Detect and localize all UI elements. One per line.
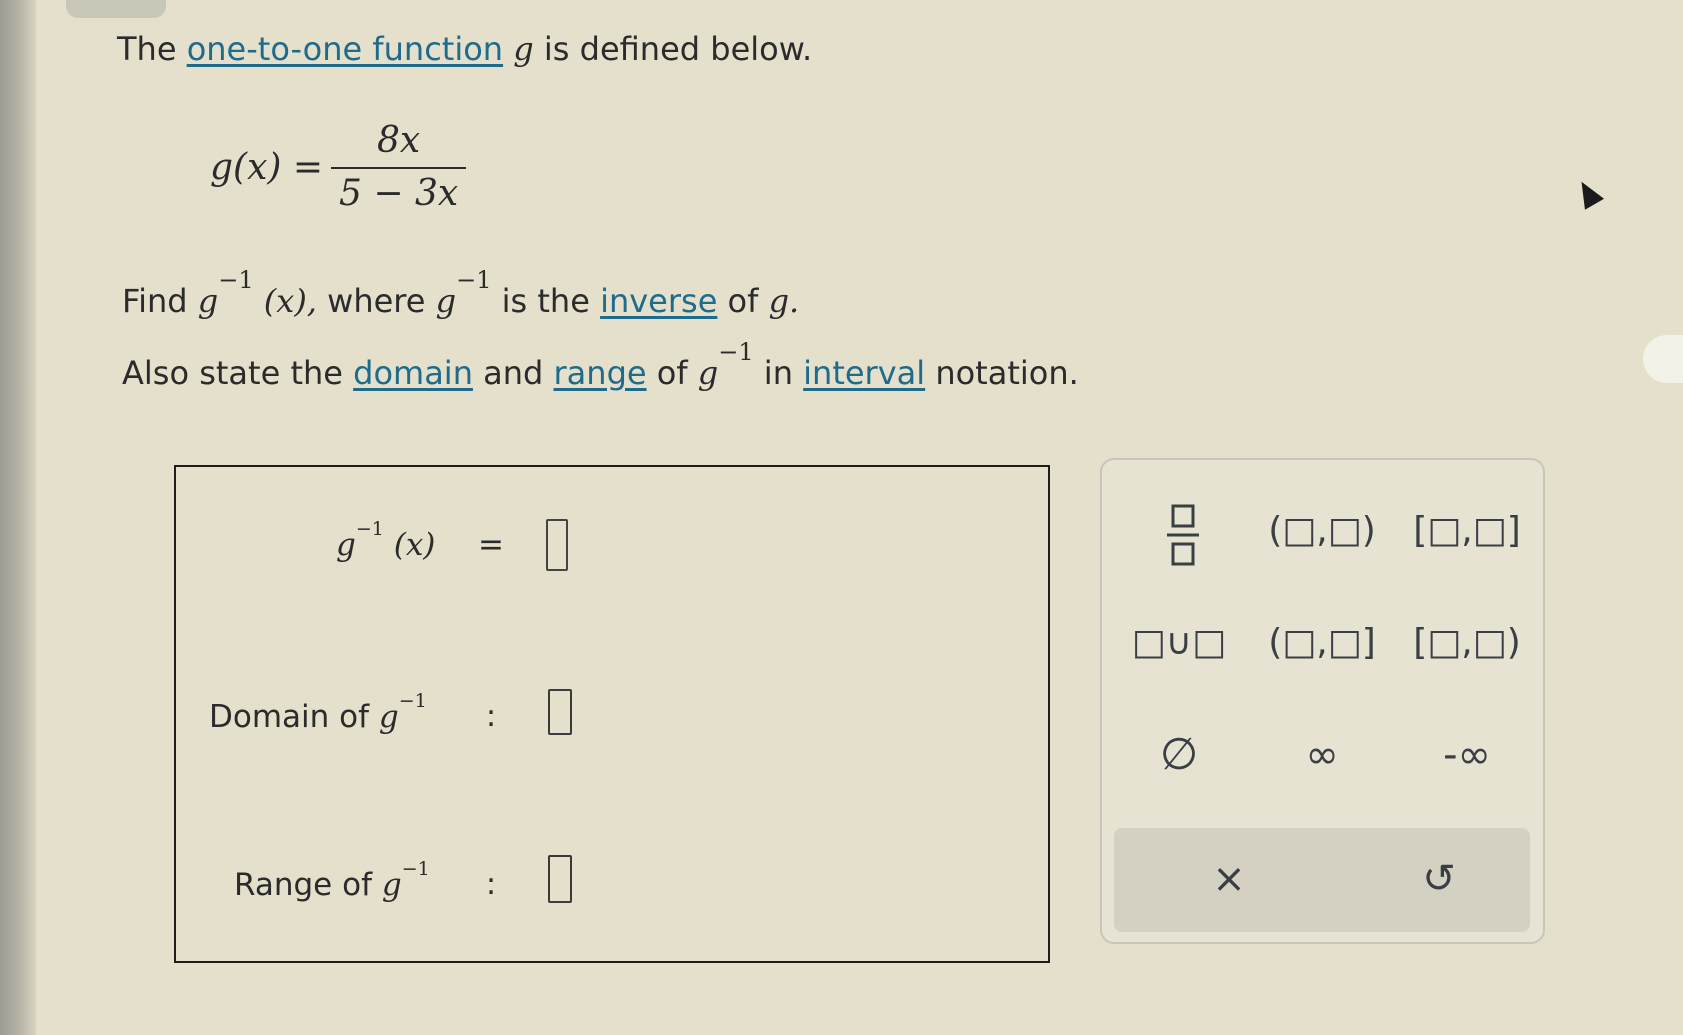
inverse-exponent: −1 bbox=[355, 518, 384, 540]
domain-label: Domain of g−1 bbox=[209, 690, 427, 735]
fraction-key[interactable] bbox=[1108, 500, 1258, 586]
answer-box: g−1 (x) = Domain of g−1 : Range of g−1 : bbox=[174, 465, 1050, 963]
inverse-link[interactable]: inverse bbox=[600, 282, 717, 320]
domain-input[interactable] bbox=[548, 689, 572, 735]
domain-range-instruction: Also state the domain and range of g−1 i… bbox=[122, 338, 1079, 392]
interval-link[interactable]: interval bbox=[803, 354, 925, 392]
g-var: g bbox=[197, 282, 219, 320]
one-to-one-function-link[interactable]: one-to-one function bbox=[187, 30, 503, 68]
g-var: g bbox=[378, 699, 399, 735]
g-var: g bbox=[697, 354, 719, 392]
in-text: in bbox=[763, 354, 793, 392]
inverse-exponent: −1 bbox=[398, 690, 427, 712]
keypad-action-bar: × ↺ bbox=[1114, 828, 1530, 932]
inverse-exponent: −1 bbox=[401, 858, 430, 880]
domain-label-text: Domain of bbox=[209, 699, 370, 735]
g-var: g bbox=[435, 282, 457, 320]
of-text: of bbox=[727, 282, 759, 320]
screen-bezel bbox=[0, 0, 36, 1035]
range-label-text: Range of bbox=[234, 867, 372, 903]
math-keypad: (□,□) [□,□] □∪□ (□,□] [□,□) ∅ ∞ -∞ × ↺ bbox=[1100, 458, 1545, 944]
left-open-interval-key[interactable]: (□,□] bbox=[1247, 618, 1397, 668]
inverse-exponent: −1 bbox=[456, 266, 492, 294]
range-colon: : bbox=[486, 867, 497, 902]
clear-button[interactable]: × bbox=[1154, 854, 1304, 904]
formula-lhs: g(x) = bbox=[210, 146, 324, 188]
and-text: and bbox=[483, 354, 544, 392]
undo-button[interactable]: ↺ bbox=[1364, 854, 1514, 904]
mouse-pointer-icon bbox=[1571, 176, 1605, 210]
union-key[interactable]: □∪□ bbox=[1104, 618, 1254, 668]
range-link[interactable]: range bbox=[554, 354, 647, 392]
g-var-end: g. bbox=[768, 282, 800, 320]
screen-glare bbox=[1643, 335, 1683, 383]
find-instruction: Find g−1 (x), where g−1 is the inverse o… bbox=[122, 266, 800, 320]
problem-intro: The one-to-one function g is defined bel… bbox=[117, 30, 812, 68]
equals-sign: = bbox=[478, 527, 504, 563]
inverse-exponent: −1 bbox=[218, 266, 254, 294]
formula-fraction: 8x 5 − 3x bbox=[331, 120, 467, 214]
closed-interval-key[interactable]: [□,□] bbox=[1392, 506, 1542, 556]
top-tab[interactable] bbox=[66, 0, 166, 18]
x-arg: (x) bbox=[393, 527, 436, 563]
g-var: g bbox=[336, 527, 356, 563]
where-text: where bbox=[327, 282, 426, 320]
range-input[interactable] bbox=[548, 855, 572, 903]
right-open-interval-key[interactable]: [□,□) bbox=[1392, 618, 1542, 668]
empty-set-key[interactable]: ∅ bbox=[1104, 730, 1254, 780]
find-text: Find bbox=[122, 282, 188, 320]
notation-text: notation. bbox=[935, 354, 1079, 392]
open-interval-key[interactable]: (□,□) bbox=[1247, 506, 1397, 556]
also-text: Also state the bbox=[122, 354, 343, 392]
domain-colon: : bbox=[486, 699, 497, 734]
formula-numerator: 8x bbox=[377, 120, 421, 161]
intro-text: The bbox=[117, 30, 177, 68]
x-arg: (x), bbox=[263, 282, 317, 320]
function-name: g bbox=[513, 30, 534, 68]
domain-link[interactable]: domain bbox=[353, 354, 473, 392]
negative-infinity-key[interactable]: -∞ bbox=[1392, 730, 1542, 780]
of-text: of bbox=[656, 354, 688, 392]
range-label: Range of g−1 bbox=[234, 858, 430, 903]
intro-text-end: is defined below. bbox=[543, 30, 813, 68]
formula-denominator: 5 − 3x bbox=[331, 167, 467, 214]
is-the-text: is the bbox=[501, 282, 590, 320]
fraction-icon bbox=[1167, 504, 1199, 566]
inverse-function-input[interactable] bbox=[546, 519, 568, 571]
infinity-key[interactable]: ∞ bbox=[1247, 730, 1397, 780]
g-var: g bbox=[381, 867, 402, 903]
inverse-exponent: −1 bbox=[718, 338, 754, 366]
function-formula: g(x) = 8x 5 − 3x bbox=[210, 120, 467, 214]
inverse-function-label: g−1 (x) bbox=[336, 518, 436, 563]
